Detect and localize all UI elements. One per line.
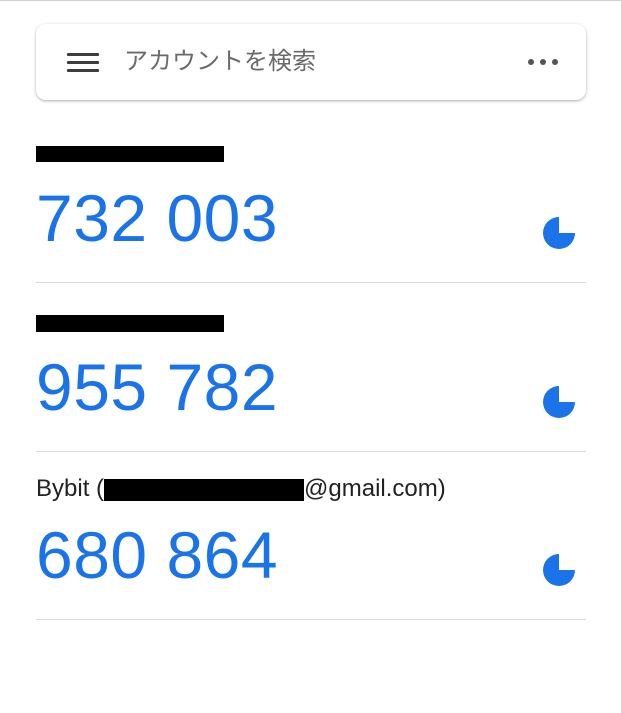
countdown-timer-icon <box>543 217 575 249</box>
otp-code[interactable]: 732 003 <box>36 180 278 256</box>
top-border <box>0 0 621 1</box>
account-name-prefix: Bybit ( <box>36 475 105 502</box>
redacted-email-part <box>104 478 305 501</box>
account-item[interactable]: 732 003 <box>36 138 586 308</box>
hamburger-menu-icon[interactable] <box>67 53 99 73</box>
divider <box>36 282 586 283</box>
account-item[interactable]: 955 782 <box>36 307 586 477</box>
countdown-timer-icon <box>543 554 575 586</box>
account-name-suffix: @gmail.com) <box>304 475 446 502</box>
account-name: Bybit ( @gmail.com) <box>36 475 446 503</box>
otp-code[interactable]: 680 864 <box>36 517 278 593</box>
authenticator-screen: 732 003 955 782 Bybit ( @gmail.com) 680 8… <box>0 0 621 713</box>
countdown-timer-icon <box>543 386 575 418</box>
account-item[interactable]: Bybit ( @gmail.com) 680 864 <box>36 475 586 645</box>
redacted-account-name <box>36 315 224 332</box>
search-bar[interactable] <box>36 24 586 100</box>
redacted-account-name <box>36 146 224 162</box>
otp-code[interactable]: 955 782 <box>36 349 278 425</box>
search-input[interactable] <box>124 40 494 82</box>
more-options-icon[interactable] <box>528 59 558 67</box>
divider <box>36 619 586 620</box>
divider <box>36 451 586 452</box>
